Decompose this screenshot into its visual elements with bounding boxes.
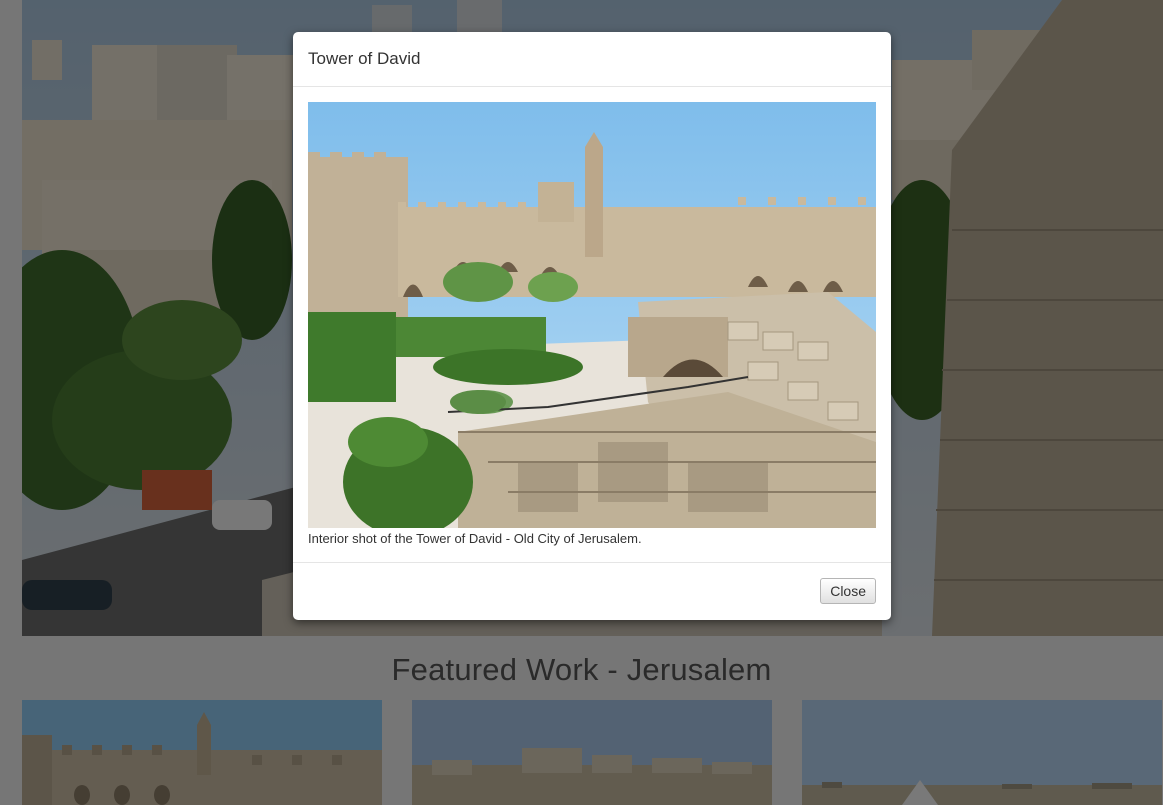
modal-footer: Close: [293, 563, 891, 619]
close-button[interactable]: Close: [820, 578, 876, 604]
page: Featured Work - Jerusalem: [0, 0, 1163, 805]
modal-photo: [308, 102, 876, 528]
modal-header: Tower of David: [293, 32, 891, 87]
modal-caption: Interior shot of the Tower of David - Ol…: [308, 531, 642, 546]
image-modal: Tower of David Interior shot of the Towe…: [293, 32, 891, 620]
modal-title: Tower of David: [308, 49, 421, 68]
modal-body: Interior shot of the Tower of David - Ol…: [293, 87, 891, 563]
